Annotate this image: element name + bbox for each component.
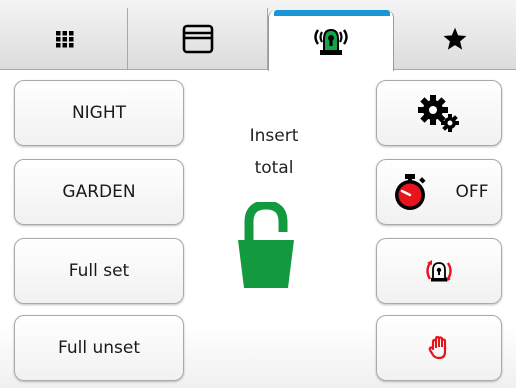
hand-stop-icon [428, 335, 447, 360]
tab-alarm[interactable] [268, 10, 394, 71]
full-unset-button[interactable]: Full unset [14, 315, 184, 381]
tab-bar [0, 0, 516, 71]
main-panel: NIGHT GARDEN Full set Full unset Insert … [0, 70, 516, 388]
garden-label: GARDEN [62, 182, 136, 202]
full-unset-label: Full unset [57, 338, 140, 358]
active-tab-indicator [274, 10, 390, 16]
panic-button[interactable] [376, 315, 502, 381]
status-line-2: total [254, 158, 294, 178]
timer-status-label: OFF [455, 182, 489, 202]
status-line-1: Insert [249, 126, 299, 146]
tab-favorites[interactable] [394, 8, 516, 70]
window-icon [182, 24, 213, 54]
night-button[interactable]: NIGHT [14, 80, 184, 146]
full-set-label: Full set [68, 261, 130, 281]
settings-button[interactable] [376, 80, 502, 146]
grid-icon [55, 31, 73, 48]
padlock-open-icon [238, 202, 294, 288]
tab-keypad[interactable] [2, 8, 128, 70]
timer-button[interactable]: OFF [376, 159, 502, 225]
garden-button[interactable]: GARDEN [14, 159, 184, 225]
star-icon [443, 27, 467, 50]
gears-icon [418, 95, 459, 132]
full-set-button[interactable]: Full set [14, 238, 184, 304]
stopwatch-icon [394, 174, 426, 210]
siren-rotate-icon [426, 260, 452, 282]
night-label: NIGHT [71, 103, 127, 123]
siren-button[interactable] [376, 238, 502, 304]
alarm-beacon-icon [314, 28, 348, 55]
tab-window[interactable] [128, 8, 268, 70]
